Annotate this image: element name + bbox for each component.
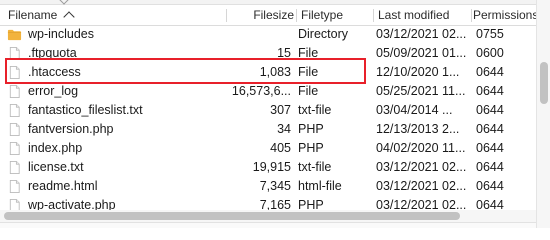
column-divider[interactable] (471, 9, 472, 22)
file-row[interactable]: fantversion.php 34 PHP 12/13/2013 2... 0644 (0, 120, 536, 139)
sort-ascending-icon (63, 9, 75, 19)
file-icon (7, 179, 22, 194)
file-size: 19,915 (252, 160, 291, 174)
vertical-scrollbar-thumb[interactable] (540, 62, 548, 104)
file-permissions: 0644 (476, 122, 504, 136)
column-header: Filename Filesize Filetype Last modified… (0, 5, 536, 26)
header-filename-label: Filename (8, 8, 58, 22)
column-divider[interactable] (296, 9, 297, 22)
file-size: 34 (277, 122, 291, 136)
header-permissions[interactable]: Permissions (473, 5, 536, 25)
file-type: Directory (298, 27, 349, 41)
file-size: 7,345 (259, 179, 291, 193)
file-name: fantversion.php (28, 122, 114, 136)
file-icon (7, 141, 22, 156)
horizontal-scrollbar-thumb[interactable] (4, 212, 460, 220)
file-name: .htaccess (28, 65, 81, 79)
header-filetype-label: Filetype (301, 8, 344, 22)
file-type: PHP (298, 141, 324, 155)
file-permissions: 0644 (476, 179, 504, 193)
file-name: .ftpquota (28, 46, 77, 60)
file-modified: 12/10/2020 1... (376, 65, 460, 79)
file-row[interactable]: index.php 405 PHP 04/02/2020 11... 0644 (0, 139, 536, 158)
file-icon (7, 160, 22, 175)
file-permissions: 0644 (476, 141, 504, 155)
file-name: wp-includes (28, 27, 95, 41)
file-row[interactable]: license.txt 19,915 txt-file 03/12/2021 02..… (0, 158, 536, 177)
file-modified: 03/12/2021 02... (376, 160, 467, 174)
column-divider[interactable] (373, 9, 374, 22)
file-type: txt-file (298, 103, 332, 117)
file-modified: 03/12/2021 02... (376, 27, 467, 41)
file-size: 405 (270, 141, 291, 155)
file-name: index.php (28, 141, 83, 155)
file-list-panel: Filename Filesize Filetype Last modified… (0, 0, 550, 228)
folder-icon (7, 27, 22, 42)
file-type: File (298, 46, 319, 60)
header-filesize[interactable]: Filesize (228, 5, 294, 25)
file-icon (7, 122, 22, 137)
vertical-scrollbar[interactable] (536, 0, 550, 228)
file-type: PHP (298, 122, 324, 136)
file-name: readme.html (28, 179, 98, 193)
file-modified: 05/09/2021 01... (376, 46, 467, 60)
header-filetype[interactable]: Filetype (301, 5, 371, 25)
file-size: 307 (270, 103, 291, 117)
file-size (220, 25, 291, 44)
file-name: fantastico_fileslist.txt (28, 103, 143, 117)
file-name: license.txt (28, 160, 84, 174)
file-row[interactable]: error_log 16,573,6... File 05/25/2021 11...… (0, 82, 536, 101)
file-row[interactable]: wp-includes Directory 03/12/2021 02... 0755 (0, 25, 536, 44)
file-permissions: 0644 (476, 65, 504, 79)
file-icon (7, 65, 22, 80)
header-filename[interactable]: Filename (8, 5, 218, 25)
header-modified-label: Last modified (378, 8, 450, 22)
file-size: 15 (277, 46, 291, 60)
horizontal-scrollbar[interactable] (0, 210, 536, 222)
chevron-down-icon (58, 0, 70, 5)
header-permissions-label: Permissions (473, 8, 536, 22)
header-filesize-label: Filesize (253, 8, 294, 22)
file-type: File (298, 84, 319, 98)
file-permissions: 0600 (476, 46, 504, 60)
file-row[interactable]: .htaccess 1,083 File 12/10/2020 1... 0644 (0, 63, 536, 82)
file-icon (7, 103, 22, 118)
file-row[interactable]: readme.html 7,345 html-file 03/12/2021 02..… (0, 177, 536, 196)
column-divider[interactable] (226, 9, 227, 22)
file-permissions: 0644 (476, 160, 504, 174)
file-size: 16,573,6... (231, 84, 291, 98)
file-icon (7, 84, 22, 99)
file-modified: 03/12/2021 02... (376, 179, 467, 193)
file-type: txt-file (298, 160, 332, 174)
file-icon (7, 46, 22, 61)
file-rows: wp-includes Directory 03/12/2021 02... 0755… (0, 25, 536, 215)
file-permissions: 0755 (476, 27, 504, 41)
file-modified: 04/02/2020 11... (376, 141, 466, 155)
file-row[interactable]: fantastico_fileslist.txt 307 txt-file 03/04… (0, 101, 536, 120)
file-permissions: 0644 (476, 103, 504, 117)
file-permissions: 0644 (476, 84, 504, 98)
file-modified: 12/13/2013 2... (376, 122, 460, 136)
file-row[interactable]: .ftpquota 15 File 05/09/2021 01... 0600 (0, 44, 536, 63)
file-size: 1,083 (259, 65, 291, 79)
status-bar (0, 222, 536, 228)
file-modified: 03/04/2014 ... (376, 103, 453, 117)
header-modified[interactable]: Last modified (378, 5, 470, 25)
file-type: html-file (298, 179, 342, 193)
file-name: error_log (28, 84, 79, 98)
file-type: File (298, 65, 319, 79)
file-modified: 05/25/2021 11... (376, 84, 466, 98)
